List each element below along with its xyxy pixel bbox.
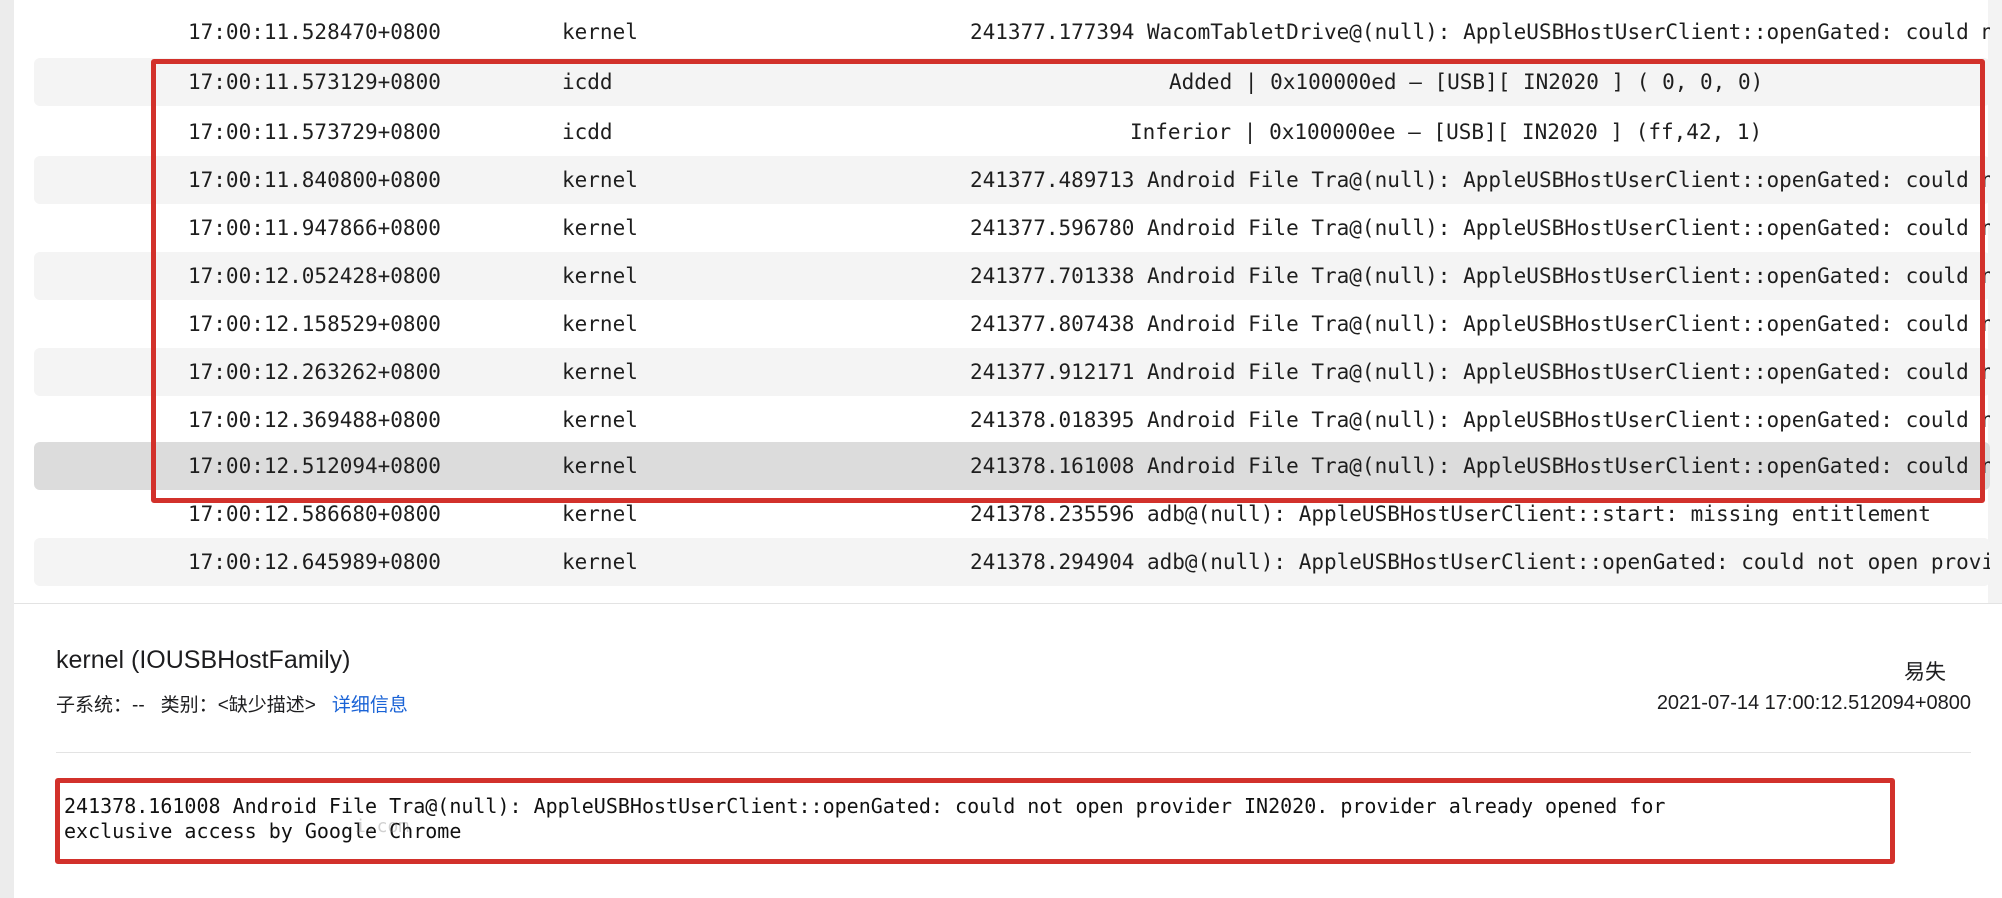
scroll-track[interactable]	[1988, 0, 2002, 603]
table-row[interactable]: 17:00:12.586680+0800 kernel 241378.23559…	[34, 490, 1990, 538]
row-process: kernel	[562, 168, 638, 192]
row-time: 17:00:11.573129+0800	[188, 70, 441, 94]
detail-meta: 子系统：-- 类别：<缺少描述> 详细信息	[56, 690, 408, 717]
row-time: 17:00:11.528470+0800	[188, 20, 441, 44]
row-process: kernel	[562, 360, 638, 384]
table-row[interactable]: 17:00:12.158529+0800 kernel 241377.80743…	[34, 300, 1990, 348]
row-time: 17:00:11.947866+0800	[188, 216, 441, 240]
more-info-link[interactable]: 详细信息	[332, 695, 408, 716]
table-row[interactable]: 17:00:11.573129+0800 icdd Added | 0x1000…	[34, 58, 1990, 106]
row-process: kernel	[562, 502, 638, 526]
table-row[interactable]: 17:00:11.528470+0800 kernel 241377.17739…	[34, 8, 1990, 56]
row-message: 241377.489713 Android File Tra@(null): A…	[970, 168, 1990, 192]
row-message: 241378.018395 Android File Tra@(null): A…	[970, 408, 1990, 432]
table-row[interactable]: 17:00:12.052428+0800 kernel 241377.70133…	[34, 252, 1990, 300]
row-message: Added | 0x100000ed – [USB][ IN2020 ] ( 0…	[1169, 70, 1764, 94]
row-process: kernel	[562, 408, 638, 432]
row-time: 17:00:12.512094+0800	[188, 454, 441, 478]
detail-divider	[56, 752, 1971, 753]
category-label: 类别：	[160, 695, 218, 716]
row-time: 17:00:12.645989+0800	[188, 550, 441, 574]
table-row[interactable]: 17:00:12.263262+0800 kernel 241377.91217…	[34, 348, 1990, 396]
row-message: 241377.807438 Android File Tra@(null): A…	[970, 312, 1990, 336]
row-process: kernel	[562, 264, 638, 288]
row-process: kernel	[562, 454, 638, 478]
row-process: kernel	[562, 216, 638, 240]
row-process: kernel	[562, 20, 638, 44]
table-row[interactable]: 17:00:11.573729+0800 icdd Inferior | 0x1…	[34, 108, 1990, 156]
row-time: 17:00:12.369488+0800	[188, 408, 441, 432]
row-message: Inferior | 0x100000ee – [USB][ IN2020 ] …	[1130, 120, 1763, 144]
table-row[interactable]: 17:00:12.369488+0800 kernel 241378.01839…	[34, 396, 1990, 444]
volatile-label: 易失	[1904, 661, 1946, 684]
row-time: 17:00:12.052428+0800	[188, 264, 441, 288]
row-time: 17:00:11.840800+0800	[188, 168, 441, 192]
row-message: 241378.161008 Android File Tra@(null): A…	[970, 454, 1990, 478]
row-process: kernel	[562, 550, 638, 574]
window-left-edge	[0, 0, 14, 898]
subsystem-label: 子系统：	[56, 695, 133, 716]
watermark: i.com	[355, 816, 410, 837]
message-text[interactable]: 241378.161008 Android File Tra@(null): A…	[64, 794, 1874, 844]
table-row[interactable]: 17:00:11.947866+0800 kernel 241377.59678…	[34, 204, 1990, 252]
row-message: 241377.912171 Android File Tra@(null): A…	[970, 360, 1990, 384]
row-time: 17:00:12.263262+0800	[188, 360, 441, 384]
table-row-selected[interactable]: 17:00:12.512094+0800 kernel 241378.16100…	[34, 442, 1990, 490]
row-time: 17:00:12.586680+0800	[188, 502, 441, 526]
detail-timestamp: 2021-07-14 17:00:12.512094+0800	[1656, 692, 1971, 714]
row-message: 241378.294904 adb@(null): AppleUSBHostUs…	[970, 550, 1990, 574]
detail-title: kernel (IOUSBHostFamily)	[56, 646, 351, 674]
row-time: 17:00:12.158529+0800	[188, 312, 441, 336]
category-value: <缺少描述>	[217, 695, 316, 716]
row-time: 17:00:11.573729+0800	[188, 120, 441, 144]
log-table: 17:00:11.528470+0800 kernel 241377.17739…	[34, 0, 1990, 603]
row-process: kernel	[562, 312, 638, 336]
row-process: icdd	[562, 120, 613, 144]
table-row[interactable]: 17:00:11.840800+0800 kernel 241377.48971…	[34, 156, 1990, 204]
row-message: 241377.701338 Android File Tra@(null): A…	[970, 264, 1990, 288]
row-process: icdd	[562, 70, 613, 94]
table-row[interactable]: 17:00:12.645989+0800 kernel 241378.29490…	[34, 538, 1990, 586]
row-message: 241377.177394 WacomTabletDrive@(null): A…	[970, 20, 1990, 44]
pane-divider[interactable]	[14, 603, 2002, 604]
subsystem-value: --	[132, 695, 145, 716]
row-message: 241377.596780 Android File Tra@(null): A…	[970, 216, 1990, 240]
row-message: 241378.235596 adb@(null): AppleUSBHostUs…	[970, 502, 1931, 526]
